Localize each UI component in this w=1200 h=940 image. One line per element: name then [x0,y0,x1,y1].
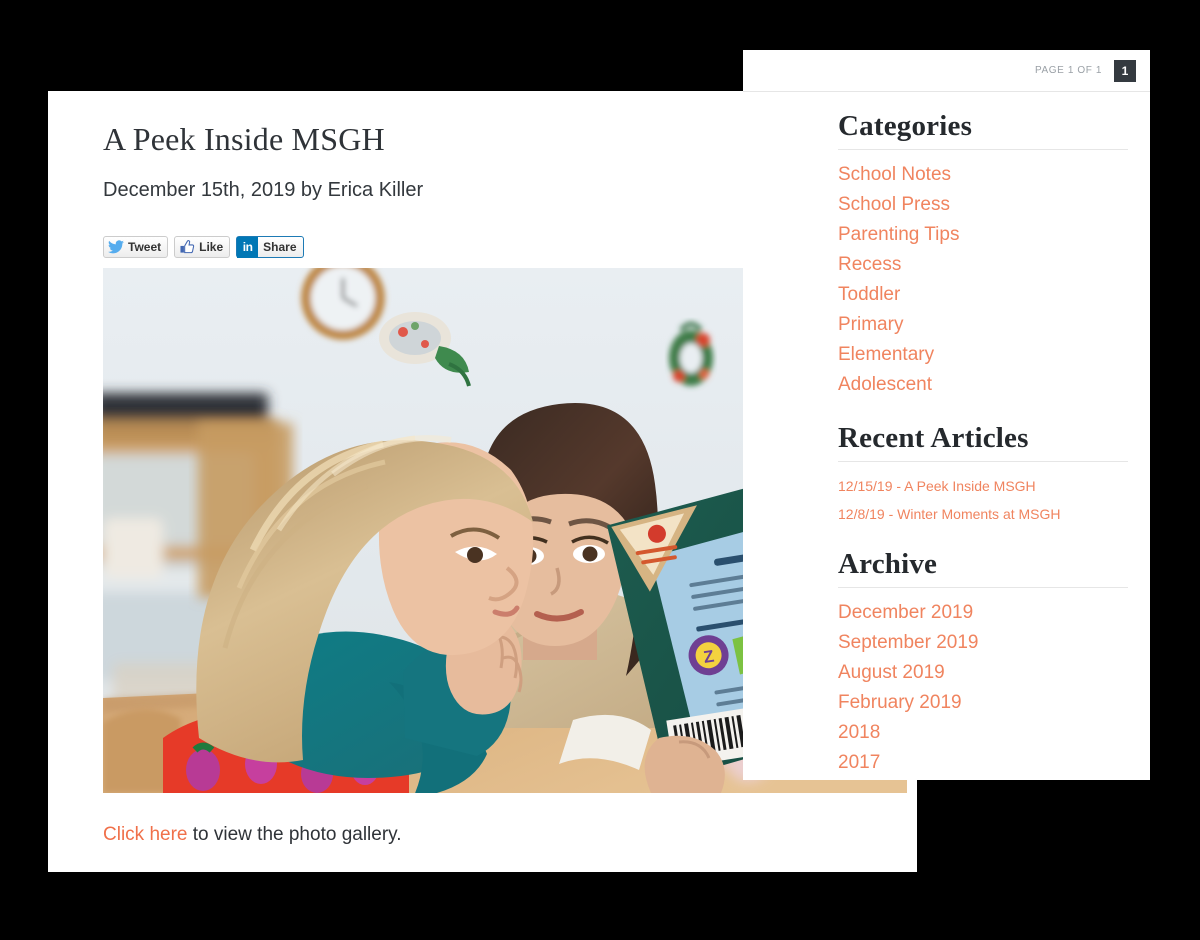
sidebar-item-primary[interactable]: Primary [838,310,1128,340]
like-button-label: Like [199,240,224,254]
pagination-bar: PAGE 1 OF 1 1 [743,50,1150,92]
sidebar-item-adolescent[interactable]: Adolescent [838,370,1128,400]
recent-article-link-2[interactable]: 12/8/19 - Winter Moments at MSGH [838,500,1128,528]
archive-heading: Archive [838,548,938,580]
categories-heading: Categories [838,110,973,142]
archive-link-february-2019[interactable]: February 2019 [838,688,1128,718]
like-button[interactable]: Like [174,236,231,258]
photo-gallery-line: Click here to view the photo gallery. [103,824,402,846]
sidebar-item-school-press[interactable]: School Press [838,190,1128,220]
social-share-row: Tweet Like in Share [103,236,304,258]
archive-link-august-2019[interactable]: August 2019 [838,658,1128,688]
archive-link-2017[interactable]: 2017 [838,748,1128,778]
categories-divider [838,149,1128,150]
pagination-page-1-button[interactable]: 1 [1114,59,1136,82]
sidebar-body: Categories School Notes School Press Par… [743,92,1150,778]
linkedin-share-button[interactable]: in Share [236,236,304,258]
sidebar-item-school-notes[interactable]: School Notes [838,160,1128,190]
recent-articles-section: Recent Articles 12/15/19 - A Peek Inside… [838,400,1128,528]
archive-link-september-2019[interactable]: September 2019 [838,628,1128,658]
tweet-button-label: Tweet [128,240,162,254]
sidebar-item-parenting-tips[interactable]: Parenting Tips [838,220,1128,250]
sidebar-item-elementary[interactable]: Elementary [838,340,1128,370]
categories-section: Categories School Notes School Press Par… [838,92,1128,400]
recent-article-link-1[interactable]: 12/15/19 - A Peek Inside MSGH [838,472,1128,500]
screenshot-stage: A Peek Inside MSGH December 15th, 2019 b… [0,0,1200,940]
article-byline: December 15th, 2019 by Erica Killer [103,179,424,201]
linkedin-in-icon: in [237,236,259,258]
archive-divider [838,587,1128,588]
archive-link-december-2019[interactable]: December 2019 [838,598,1128,628]
recent-articles-divider [838,461,1128,462]
thumbs-up-icon [178,239,195,256]
recent-articles-heading: Recent Articles [838,422,1029,454]
sidebar-item-toddler[interactable]: Toddler [838,280,1128,310]
pagination-label: PAGE 1 OF 1 [1035,65,1102,76]
archive-link-2018[interactable]: 2018 [838,718,1128,748]
sidebar-card: PAGE 1 OF 1 1 Categories School Notes Sc… [743,50,1150,780]
linkedin-share-label: Share [263,240,297,254]
photo-gallery-link[interactable]: Click here [103,824,187,845]
photo-gallery-text: to view the photo gallery. [187,824,402,845]
twitter-bird-icon [107,239,124,256]
tweet-button[interactable]: Tweet [103,236,169,258]
page-title: A Peek Inside MSGH [103,121,385,157]
archive-section: Archive December 2019 September 2019 Aug… [838,528,1128,778]
sidebar-item-recess[interactable]: Recess [838,250,1128,280]
